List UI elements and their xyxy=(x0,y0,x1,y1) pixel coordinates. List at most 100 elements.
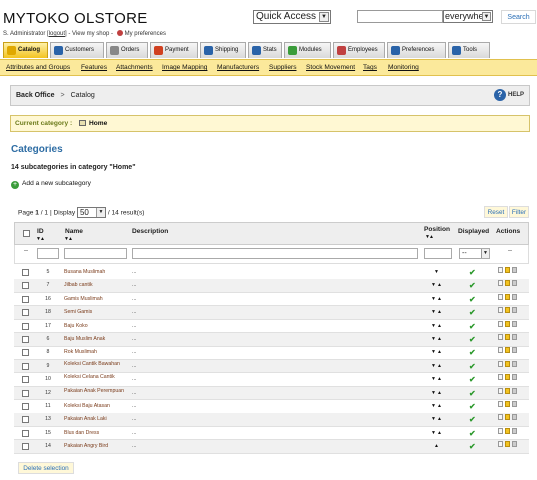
edit-icon[interactable] xyxy=(505,414,510,421)
row-name[interactable]: Baju Muslim Anak xyxy=(64,333,124,346)
row-checkbox[interactable] xyxy=(22,362,29,370)
delete-icon[interactable] xyxy=(512,387,517,394)
view-icon[interactable] xyxy=(498,401,503,407)
move-arrows-icon[interactable]: ▼▲ xyxy=(431,306,443,319)
row-name[interactable]: Jilbab cantik xyxy=(64,279,124,292)
enabled-check-icon[interactable]: ✔ xyxy=(469,360,476,373)
delete-icon[interactable] xyxy=(512,267,517,273)
delete-icon[interactable] xyxy=(512,334,517,340)
delete-icon[interactable] xyxy=(512,320,517,327)
tab-employees[interactable]: Employees xyxy=(333,42,385,58)
table-row[interactable]: 12 Pakaian Anak Perempuan... ▼▲ ✔ xyxy=(14,386,529,401)
enabled-check-icon[interactable]: ✔ xyxy=(469,306,476,319)
delete-icon[interactable] xyxy=(512,401,517,407)
filter-name-input[interactable] xyxy=(64,248,127,259)
view-icon[interactable] xyxy=(498,414,503,421)
row-name[interactable]: Rok Muslimah xyxy=(64,346,124,359)
delete-icon[interactable] xyxy=(512,441,517,448)
move-down-icon[interactable]: ▼ xyxy=(434,266,440,279)
filter-displayed-select[interactable]: -- ▼ xyxy=(459,248,490,259)
delete-icon[interactable] xyxy=(512,280,517,287)
delete-icon[interactable] xyxy=(512,360,517,367)
edit-icon[interactable] xyxy=(505,267,510,273)
table-row[interactable]: 11 Koleksi Baju Atasan... ▼▲ ✔ xyxy=(14,400,529,414)
row-checkbox[interactable] xyxy=(22,269,29,276)
row-checkbox[interactable] xyxy=(22,336,29,343)
edit-icon[interactable] xyxy=(505,401,510,407)
edit-icon[interactable] xyxy=(505,320,510,327)
row-name[interactable]: Busana Muslimah xyxy=(64,266,124,279)
subnav-link[interactable]: Monitoring xyxy=(388,64,419,71)
view-icon[interactable] xyxy=(498,441,503,448)
view-icon[interactable] xyxy=(498,334,503,340)
row-name[interactable]: Koleksi Baju Atasan xyxy=(64,400,124,413)
subnav-link[interactable]: Attributes and Groups xyxy=(6,64,70,71)
table-row[interactable]: 16 Gamis Muslimah... ▼▲ ✔ xyxy=(14,293,529,307)
row-name[interactable]: Koleksi Celana Cantik xyxy=(64,374,124,380)
enabled-check-icon[interactable]: ✔ xyxy=(469,400,476,413)
table-row[interactable]: 7 Jilbab cantik... ▼▲ ✔ xyxy=(14,279,529,293)
delete-icon[interactable] xyxy=(512,427,517,434)
row-name[interactable]: Gamis Muslimah xyxy=(64,293,124,306)
delete-icon[interactable] xyxy=(512,293,517,300)
subnav-link[interactable]: Attachments xyxy=(116,64,153,71)
enabled-check-icon[interactable]: ✔ xyxy=(469,387,476,400)
view-icon[interactable] xyxy=(498,374,503,381)
enabled-check-icon[interactable]: ✔ xyxy=(469,427,476,440)
subnav-link[interactable]: Suppliers xyxy=(269,64,297,71)
filter-button[interactable]: Filter xyxy=(509,206,529,218)
view-icon[interactable] xyxy=(498,427,503,434)
view-icon[interactable] xyxy=(498,280,503,287)
tab-orders[interactable]: Orders xyxy=(106,42,148,58)
delete-icon[interactable] xyxy=(512,347,517,354)
select-all-checkbox[interactable] xyxy=(23,230,30,237)
row-checkbox[interactable] xyxy=(22,429,29,437)
edit-icon[interactable] xyxy=(505,307,510,314)
logout-link[interactable]: logout xyxy=(49,31,65,37)
delete-icon[interactable] xyxy=(512,414,517,421)
enabled-check-icon[interactable]: ✔ xyxy=(469,279,476,292)
move-arrows-icon[interactable]: ▼▲ xyxy=(431,387,443,400)
row-checkbox[interactable] xyxy=(22,309,29,317)
add-subcategory-link[interactable]: + Add a new subcategory xyxy=(11,180,91,189)
move-arrows-icon[interactable]: ▼▲ xyxy=(431,400,443,413)
subnav-link[interactable]: Features xyxy=(81,64,107,71)
enabled-check-icon[interactable]: ✔ xyxy=(469,373,476,386)
enabled-check-icon[interactable]: ✔ xyxy=(469,266,476,279)
enabled-check-icon[interactable]: ✔ xyxy=(469,320,476,333)
subnav-link[interactable]: Image Mapping xyxy=(162,64,207,71)
row-name[interactable]: Blus dan Dress xyxy=(64,427,124,440)
move-arrows-icon[interactable]: ▼▲ xyxy=(431,293,443,306)
row-checkbox[interactable] xyxy=(22,295,29,303)
table-row[interactable]: 18 Semi Gamis... ▼▲ ✔ xyxy=(14,306,529,320)
edit-icon[interactable] xyxy=(505,374,510,381)
view-icon[interactable] xyxy=(498,387,503,394)
view-icon[interactable] xyxy=(498,293,503,300)
filter-id-input[interactable] xyxy=(37,248,59,259)
delete-icon[interactable] xyxy=(512,307,517,314)
tab-customers[interactable]: Customers xyxy=(50,42,104,58)
move-arrows-icon[interactable]: ▼▲ xyxy=(431,360,443,373)
sort-position-arrows[interactable]: ▼▲ xyxy=(425,234,434,240)
table-row[interactable]: 8 Rok Muslimah... ▼▲ ✔ xyxy=(14,346,529,360)
row-name[interactable]: Pakaian Anak Laki xyxy=(64,413,124,426)
row-checkbox[interactable] xyxy=(22,389,29,397)
row-checkbox[interactable] xyxy=(22,416,29,424)
table-row[interactable]: 14 Pakaian Angry Bird... ▲ ✔ xyxy=(14,440,529,454)
move-arrows-icon[interactable]: ▼▲ xyxy=(431,346,443,359)
tab-stats[interactable]: Stats xyxy=(248,42,282,58)
filter-position-input[interactable] xyxy=(424,248,452,259)
tab-catalog[interactable]: Catalog xyxy=(3,42,48,58)
edit-icon[interactable] xyxy=(505,280,510,287)
enabled-check-icon[interactable]: ✔ xyxy=(469,440,476,453)
sort-id-arrows[interactable]: ▼▲ xyxy=(36,236,45,242)
table-row[interactable]: 13 Pakaian Anak Laki... ▼▲ ✔ xyxy=(14,413,529,427)
subnav-link[interactable]: Manufacturers xyxy=(217,64,259,71)
row-checkbox[interactable] xyxy=(22,443,29,451)
table-row[interactable]: 5 Busana Muslimah... ▼ ✔ xyxy=(14,266,529,280)
help-button[interactable]: ? HELP xyxy=(494,87,526,104)
per-page-select[interactable]: 50 ▼ xyxy=(76,207,106,218)
table-row[interactable]: 9 Koleksi Cantik Bawahan... ▼▲ ✔ xyxy=(14,359,529,374)
edit-icon[interactable] xyxy=(505,347,510,354)
search-input[interactable] xyxy=(357,10,443,23)
